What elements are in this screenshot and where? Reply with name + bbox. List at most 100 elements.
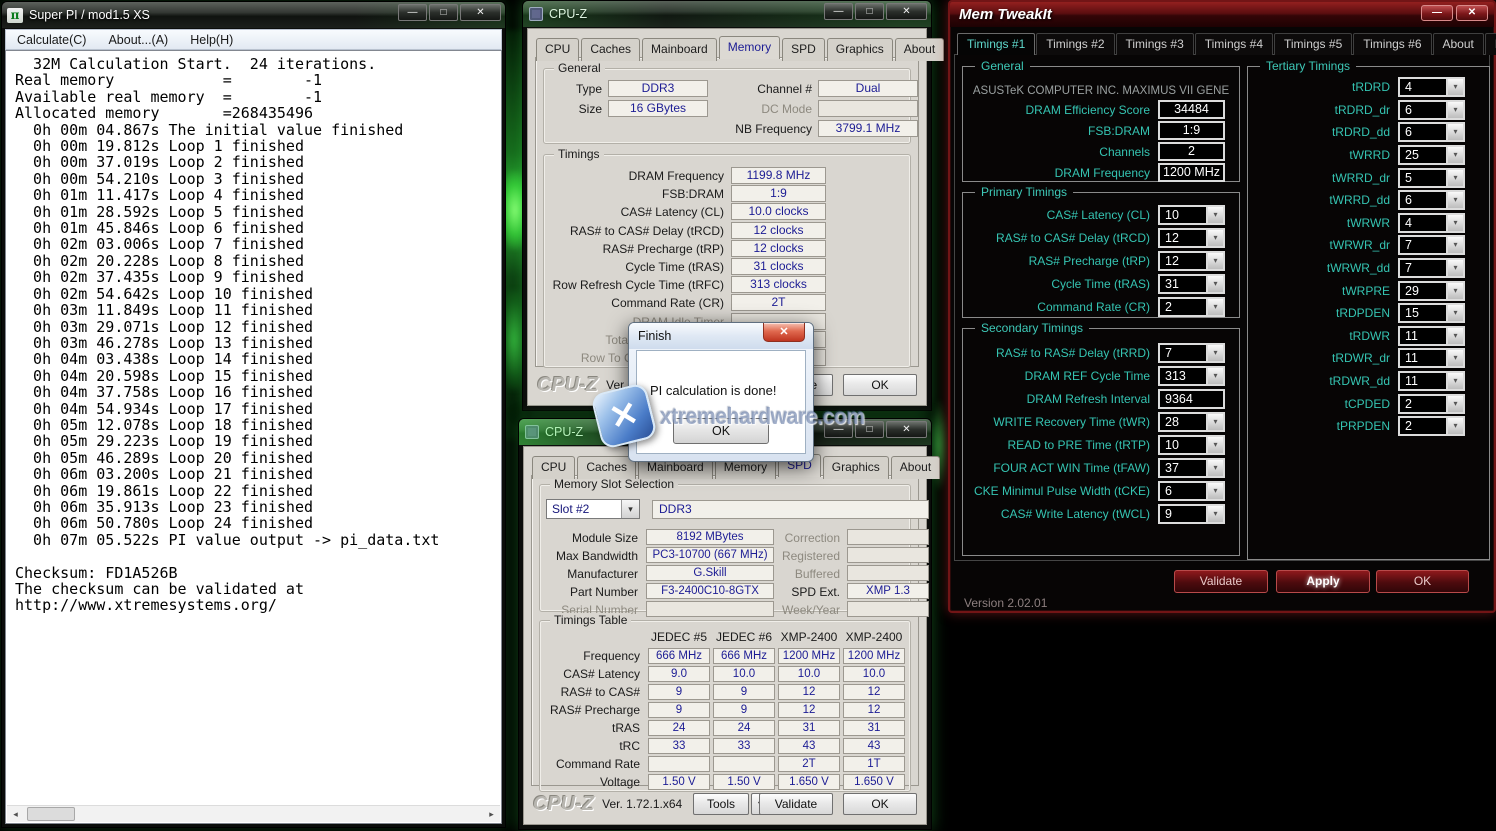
- chevron-down-icon[interactable]: [1446, 124, 1463, 140]
- minimize-button[interactable]: —: [824, 421, 853, 438]
- chevron-down-icon[interactable]: [1206, 253, 1223, 269]
- close-button[interactable]: ✕: [460, 4, 501, 21]
- cpuz-titlebar[interactable]: CPU-Z — □ ✕: [523, 1, 931, 27]
- chevron-down-icon[interactable]: [1206, 506, 1223, 522]
- timing-spinner[interactable]: 37: [1158, 458, 1225, 478]
- timing-spinner[interactable]: 2: [1398, 394, 1465, 414]
- scroll-right-icon[interactable]: ▸: [483, 806, 500, 822]
- chevron-down-icon[interactable]: [1206, 345, 1223, 361]
- cpuz-tab[interactable]: Graphics: [823, 456, 889, 479]
- chevron-down-icon[interactable]: [1446, 373, 1463, 389]
- memtweakit-tab[interactable]: Notice: [1485, 33, 1496, 55]
- cpuz-tab[interactable]: SPD: [782, 38, 825, 61]
- chevron-down-icon[interactable]: [1446, 79, 1463, 95]
- memtweakit-tab[interactable]: Timings #4: [1195, 33, 1273, 55]
- chevron-down-icon[interactable]: [1206, 276, 1223, 292]
- maximize-button[interactable]: □: [855, 421, 884, 438]
- cpuz-tab[interactable]: Memory: [719, 36, 780, 59]
- chevron-down-icon[interactable]: [1446, 260, 1463, 276]
- chevron-down-icon[interactable]: [1206, 414, 1223, 430]
- validate-button[interactable]: Validate: [1174, 570, 1268, 593]
- chevron-down-icon[interactable]: [1446, 305, 1463, 321]
- tools-button[interactable]: Tools: [693, 793, 749, 815]
- chevron-down-icon[interactable]: [1206, 437, 1223, 453]
- chevron-down-icon[interactable]: [1446, 418, 1463, 434]
- timing-spinner[interactable]: 4: [1398, 77, 1465, 97]
- apply-button[interactable]: Apply: [1276, 570, 1370, 593]
- timing-spinner[interactable]: 7: [1158, 343, 1225, 363]
- chevron-down-icon[interactable]: [1446, 328, 1463, 344]
- close-button[interactable]: ✕: [1456, 5, 1488, 21]
- minimize-button[interactable]: —: [1421, 5, 1453, 21]
- timing-spinner[interactable]: 7: [1398, 258, 1465, 278]
- cpuz-tab[interactable]: Graphics: [827, 38, 893, 61]
- scrollbar-thumb[interactable]: [27, 807, 75, 821]
- chevron-down-icon[interactable]: [1206, 299, 1223, 315]
- timing-spinner[interactable]: 28: [1158, 412, 1225, 432]
- chevron-down-icon[interactable]: [1446, 147, 1463, 163]
- menu-item[interactable]: Help(H): [179, 33, 244, 47]
- chevron-down-icon[interactable]: [1446, 283, 1463, 299]
- timing-spinner[interactable]: 11: [1398, 326, 1465, 346]
- chevron-down-icon[interactable]: [1446, 350, 1463, 366]
- timing-spinner[interactable]: 2: [1158, 297, 1225, 317]
- maximize-button[interactable]: □: [855, 3, 884, 20]
- timing-spinner[interactable]: 2: [1398, 416, 1465, 436]
- chevron-down-icon[interactable]: [1446, 396, 1463, 412]
- timing-spinner[interactable]: 9: [1158, 504, 1225, 524]
- cpuz-tab[interactable]: About: [891, 456, 940, 479]
- timing-spinner[interactable]: 10: [1158, 205, 1225, 225]
- validate-button[interactable]: Validate: [759, 793, 833, 815]
- memtweakit-titlebar[interactable]: Mem TweakIt: [950, 2, 1494, 27]
- memtweakit-tab[interactable]: Timings #5: [1274, 33, 1352, 55]
- timing-spinner[interactable]: 12: [1158, 228, 1225, 248]
- timing-spinner[interactable]: 10: [1158, 435, 1225, 455]
- timing-spinner[interactable]: 6: [1398, 190, 1465, 210]
- menu-item[interactable]: About...(A): [97, 33, 179, 47]
- cpuz-tab[interactable]: CPU: [532, 456, 575, 479]
- timing-spinner[interactable]: 31: [1158, 274, 1225, 294]
- menu-item[interactable]: Calculate(C): [6, 33, 97, 47]
- ok-button[interactable]: OK: [1376, 570, 1469, 593]
- memtweakit-tab[interactable]: Timings #1: [957, 33, 1035, 55]
- timing-spinner[interactable]: 12: [1158, 251, 1225, 271]
- scroll-left-icon[interactable]: ◂: [7, 806, 24, 822]
- timing-spinner[interactable]: 313: [1158, 366, 1225, 386]
- timing-spinner[interactable]: 5: [1398, 168, 1465, 188]
- close-button[interactable]: ✕: [886, 421, 927, 438]
- slot-select[interactable]: Slot #2 ▾: [546, 499, 640, 519]
- chevron-down-icon[interactable]: [1206, 483, 1223, 499]
- cpuz-tab[interactable]: Caches: [581, 38, 640, 61]
- timing-spinner[interactable]: 7: [1398, 235, 1465, 255]
- ok-button[interactable]: OK: [843, 374, 917, 396]
- timing-spinner[interactable]: 4: [1398, 213, 1465, 233]
- timing-spinner[interactable]: 6: [1398, 100, 1465, 120]
- timing-spinner[interactable]: 11: [1398, 371, 1465, 391]
- minimize-button[interactable]: —: [824, 3, 853, 20]
- memtweakit-tab[interactable]: Timings #2: [1036, 33, 1114, 55]
- memtweakit-tab[interactable]: About: [1433, 33, 1484, 55]
- maximize-button[interactable]: □: [429, 4, 458, 21]
- close-button[interactable]: ✕: [763, 323, 805, 342]
- timing-spinner[interactable]: 11: [1398, 348, 1465, 368]
- cpuz-tab[interactable]: Mainboard: [642, 38, 717, 61]
- chevron-down-icon[interactable]: [1446, 102, 1463, 118]
- timing-spinner[interactable]: 6: [1158, 481, 1225, 501]
- minimize-button[interactable]: —: [398, 4, 427, 21]
- ok-button[interactable]: OK: [843, 793, 917, 815]
- cpuz-tab[interactable]: Caches: [577, 456, 636, 479]
- chevron-down-icon[interactable]: [1446, 237, 1463, 253]
- chevron-down-icon[interactable]: ▾: [621, 500, 639, 518]
- timing-spinner[interactable]: 9364: [1158, 389, 1225, 409]
- timing-spinner[interactable]: 15: [1398, 303, 1465, 323]
- cpuz-tab[interactable]: CPU: [536, 38, 579, 61]
- memtweakit-tab[interactable]: Timings #6: [1353, 33, 1431, 55]
- chevron-down-icon[interactable]: [1206, 460, 1223, 476]
- chevron-down-icon[interactable]: [1206, 230, 1223, 246]
- chevron-down-icon[interactable]: [1446, 215, 1463, 231]
- chevron-down-icon[interactable]: [1446, 170, 1463, 186]
- chevron-down-icon[interactable]: [1206, 368, 1223, 384]
- timing-spinner[interactable]: 25: [1398, 145, 1465, 165]
- close-button[interactable]: ✕: [886, 3, 927, 20]
- memtweakit-tab[interactable]: Timings #3: [1116, 33, 1194, 55]
